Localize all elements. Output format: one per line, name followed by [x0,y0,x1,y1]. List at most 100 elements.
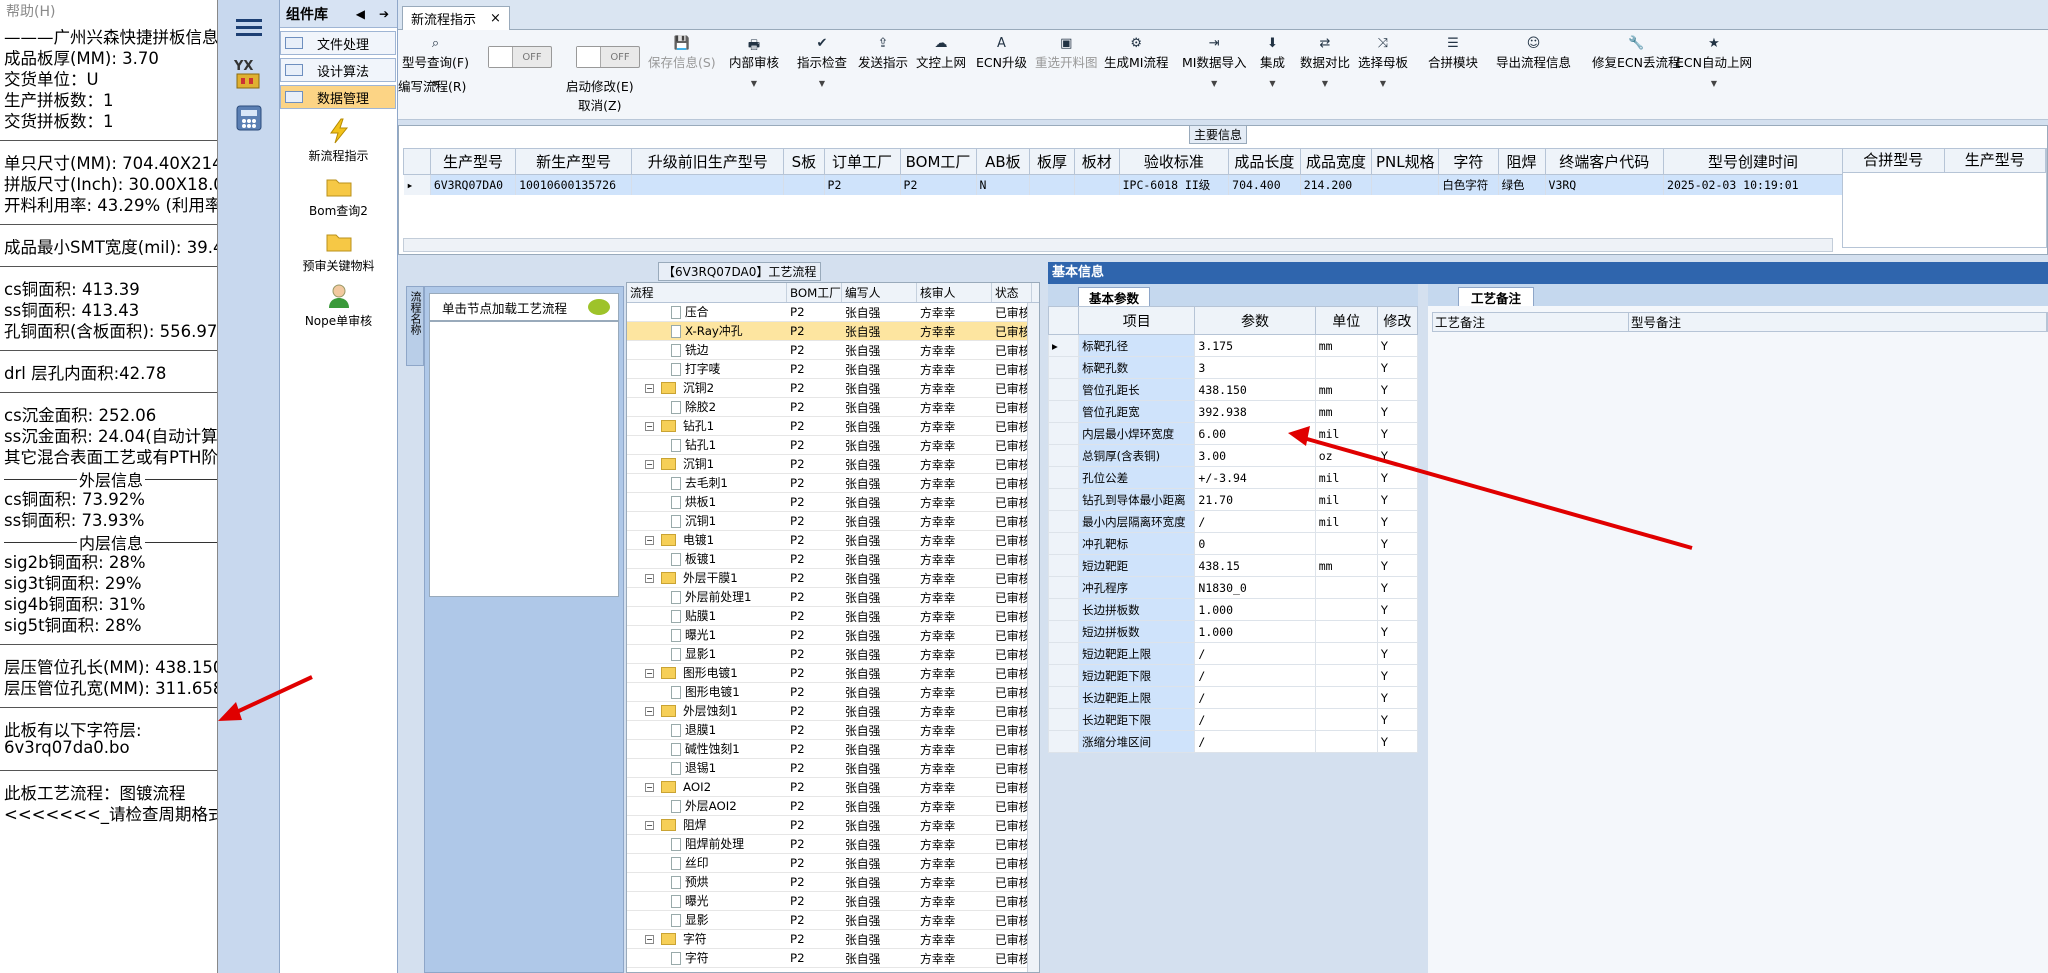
param-cell[interactable]: 21.70 [1194,488,1316,511]
grid-cell[interactable] [783,174,825,195]
param-cell[interactable]: Y [1376,532,1419,555]
table-row[interactable]: 冲孔靶标 0 Y [1047,532,1419,555]
param-cell[interactable]: mm [1314,554,1378,577]
list-item[interactable]: − 外层蚀刻1 P2 张自强 方幸幸 已审核 [627,702,1039,721]
tree-node[interactable]: 沉铜1 [627,512,787,531]
column-header[interactable]: 字符 [1438,148,1499,175]
start-modify-toggle[interactable]: OFF [576,46,640,68]
tree-node[interactable]: 外层AOI2 [627,797,787,816]
tree-node[interactable]: 显影 [627,911,787,930]
list-item[interactable]: 压合 P2 张自强 方幸幸 已审核 [627,303,1039,322]
param-cell[interactable]: Y [1376,554,1419,577]
nav-tab[interactable]: 数据管理 [280,85,396,109]
list-item[interactable]: 钻孔1 P2 张自强 方幸幸 已审核 [627,436,1039,455]
nav-item[interactable]: 预审关键物料 [280,227,397,274]
list-item[interactable]: 退膜1 P2 张自强 方幸幸 已审核 [627,721,1039,740]
dropdown-arrow-icon[interactable]: ▼ [1300,79,1350,88]
tree-node[interactable]: 板镀1 [627,550,787,569]
column-header[interactable]: 板材 [1073,148,1120,175]
table-row[interactable]: 涨缩分堆区间 / Y [1047,730,1419,753]
param-cell[interactable] [1314,576,1378,599]
param-cell[interactable]: Y [1376,510,1419,533]
tree-node[interactable]: 碱性蚀刻1 [627,740,787,759]
table-row[interactable]: 标靶孔数 3 Y [1047,356,1419,379]
process-tree-scrollbar[interactable] [1027,303,1039,972]
param-cell[interactable] [1314,532,1378,555]
tree-node[interactable]: − 图形电镀1 [627,664,787,683]
column-header[interactable]: BOM工厂 [787,283,842,302]
column-header[interactable]: 板厚 [1029,148,1075,175]
param-cell[interactable]: 438.15 [1194,554,1316,577]
column-header[interactable]: AB板 [975,148,1031,175]
param-cell[interactable]: Y [1376,708,1419,731]
param-cell[interactable]: Y [1376,642,1419,665]
dropdown-arrow-icon[interactable]: ▼ [797,79,847,88]
toolbar-button[interactable]: ☰ 合拼模块 [1428,36,1478,71]
table-row[interactable]: 钻孔到导体最小距离 21.70 mil Y [1047,488,1419,511]
write-flow-toggle[interactable]: OFF [488,46,552,68]
column-header[interactable]: 阻焊 [1497,148,1546,175]
param-cell[interactable]: mm [1314,378,1378,401]
param-cell[interactable]: 3.00 [1194,444,1316,467]
table-row[interactable]: 短边靶距下限 / Y [1047,664,1419,687]
param-cell[interactable]: 6.00 [1194,422,1316,445]
grid-cell[interactable]: V3RQ [1545,174,1665,195]
param-cell[interactable] [1314,664,1378,687]
param-cell[interactable]: Y [1376,422,1419,445]
param-cell[interactable]: Y [1376,620,1419,643]
collapse-icon[interactable]: − [645,782,654,792]
column-header[interactable]: S板 [783,148,825,175]
toolbar-button[interactable]: ☺ 导出流程信息 [1496,36,1571,71]
list-item[interactable]: 板镀1 P2 张自强 方幸幸 已审核 [627,550,1039,569]
param-cell[interactable] [1314,620,1378,643]
param-cell[interactable]: Y [1376,378,1419,401]
list-item[interactable]: 去毛刺1 P2 张自强 方幸幸 已审核 [627,474,1039,493]
column-header[interactable]: BOM工厂 [899,148,977,175]
column-header[interactable]: 核审人 [917,283,992,302]
table-row[interactable]: 短边拼板数 1.000 Y [1047,620,1419,643]
close-icon[interactable]: × [490,11,501,26]
grid-cell[interactable]: IPC-6018 II级 [1119,174,1230,195]
collapse-icon[interactable]: − [645,668,654,678]
tree-node[interactable]: 曝光 [627,892,787,911]
column-header[interactable]: 终端客户代码 [1544,148,1665,175]
grid-cell[interactable]: 2025-02-03 10:19:01 [1663,174,1843,195]
param-cell[interactable] [1314,686,1378,709]
collapse-icon[interactable]: − [645,421,654,431]
param-cell[interactable]: / [1194,708,1316,731]
tree-node[interactable]: − 沉铜1 [627,455,787,474]
tree-node[interactable]: − 电镀1 [627,531,787,550]
list-item[interactable]: 字符 P2 张自强 方幸幸 已审核 [627,949,1039,968]
column-header[interactable]: 参数 [1194,306,1316,335]
tree-node[interactable]: 阻焊前处理 [627,835,787,854]
menu-icon[interactable] [228,10,270,46]
tree-node[interactable]: 打字唛 [627,360,787,379]
tree-node[interactable]: 外层前处理1 [627,588,787,607]
tree-node[interactable]: 图形电镀1 [627,683,787,702]
list-item[interactable]: 沉铜1 P2 张自强 方幸幸 已审核 [627,512,1039,531]
tree-node[interactable]: 字符 [627,949,787,968]
nav-tab[interactable]: 文件处理 [280,31,396,55]
toolbar-button[interactable]: ★ ECN自动上网 ▼ [1676,36,1752,88]
collapse-icon[interactable]: − [645,383,654,393]
list-item[interactable]: 图形电镀1 P2 张自强 方幸幸 已审核 [627,683,1039,702]
list-item[interactable]: X-Ray冲孔 P2 张自强 方幸幸 已审核 [627,322,1039,341]
toolbar-button[interactable]: 🖶 内部审核 ▼ [729,36,779,88]
param-cell[interactable]: mil [1314,422,1378,445]
column-header[interactable]: 成品宽度 [1299,148,1373,175]
toolbar-button[interactable]: ⇪ 发送指示 [858,36,908,71]
list-item[interactable]: 烘板1 P2 张自强 方幸幸 已审核 [627,493,1039,512]
list-item[interactable]: 预烘 P2 张自强 方幸幸 已审核 [627,873,1039,892]
param-cell[interactable] [1314,642,1378,665]
dropdown-arrow-icon[interactable]: ▼ [1358,79,1408,88]
tab-process-notes[interactable]: 工艺备注 [1458,287,1535,306]
column-header[interactable]: 订单工厂 [823,148,901,175]
table-row[interactable]: ▸ 标靶孔径 3.175 mm Y [1047,334,1419,357]
list-item[interactable]: 显影 P2 张自强 方幸幸 已审核 [627,911,1039,930]
pin-icon[interactable]: ➔ [379,7,389,21]
nav-item[interactable]: Bom查询2 [280,172,397,219]
grid-cell[interactable]: 214.200 [1300,174,1373,195]
column-header[interactable]: 编写人 [842,283,917,302]
tree-node[interactable]: − 钻孔1 [627,417,787,436]
param-cell[interactable]: mil [1314,466,1378,489]
